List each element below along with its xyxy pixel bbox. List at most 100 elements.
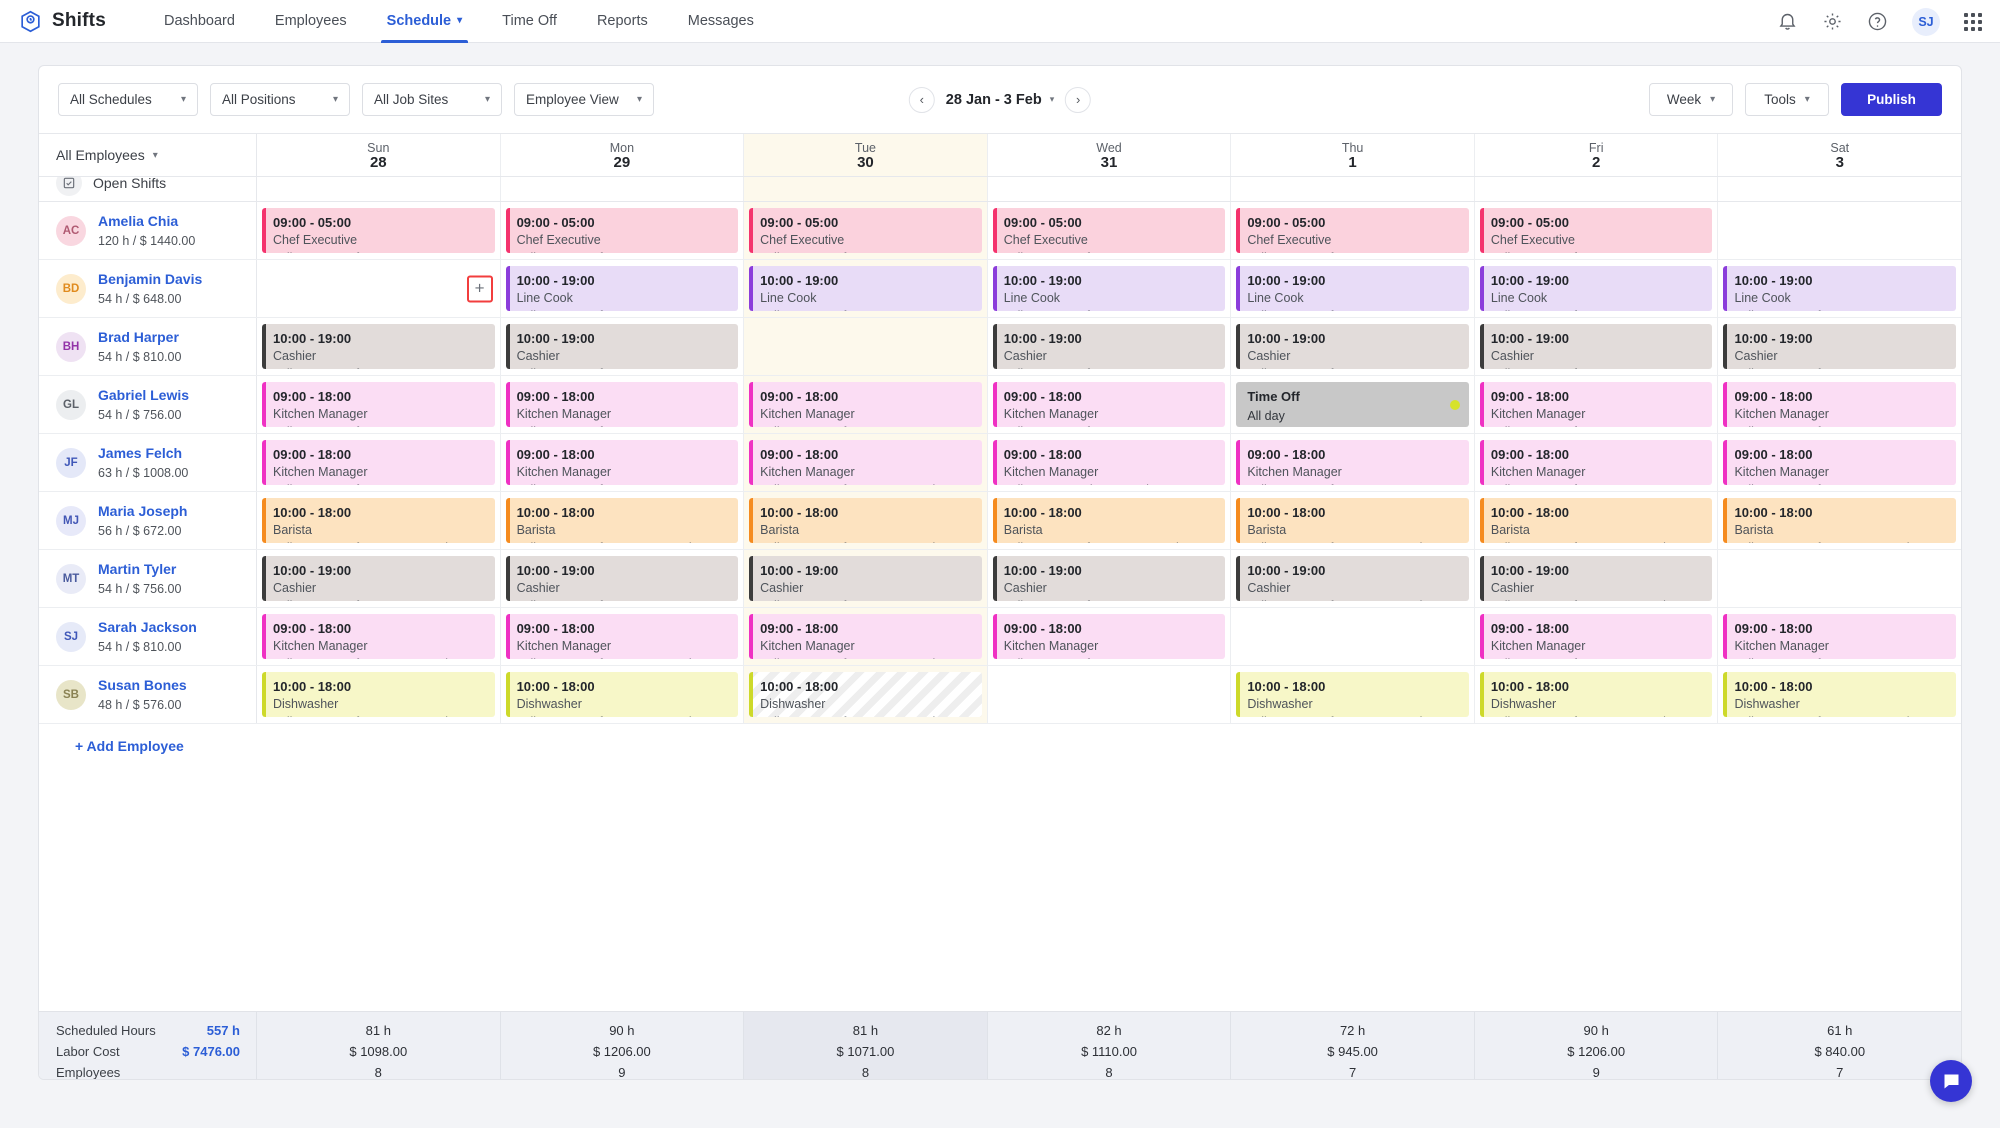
schedule-cell[interactable]: 10:00 - 18:00 Dishwasher Zylker Group of R… (1475, 666, 1719, 723)
schedule-cell-inner[interactable]: 10:00 - 19:00 Cashier Zylker Group of Rest… (988, 318, 1231, 375)
employee-name-link[interactable]: Martin Tyler (98, 559, 181, 579)
publish-button[interactable]: Publish (1841, 83, 1942, 116)
schedule-cell[interactable]: 10:00 - 19:00 Line Cook Zylker Group of Re… (501, 260, 745, 317)
shift-block[interactable]: 10:00 - 19:00 Line Cook Zylker Group of Re… (1236, 266, 1469, 311)
shift-block[interactable]: 09:00 - 18:00 Kitchen Manager Zylker Group… (262, 382, 495, 427)
schedule-cell-inner[interactable]: 09:00 - 18:00 Kitchen Manager Zylker Group… (1475, 608, 1718, 665)
schedule-cell[interactable] (1231, 608, 1475, 665)
shift-block[interactable]: 10:00 - 19:00 Cashier Zylker Group of Rest… (1479, 324, 1713, 369)
open-shift-cell[interactable] (501, 177, 745, 201)
schedule-cell[interactable] (1718, 550, 1961, 607)
previous-week-button[interactable]: ‹ (908, 86, 935, 113)
schedule-cell-inner[interactable]: 09:00 - 05:00 Chef Executive Zylker Group … (1231, 202, 1474, 259)
schedule-cell[interactable]: 09:00 - 05:00 Chef Executive Zylker Group … (1231, 202, 1475, 259)
schedule-cell[interactable]: 09:00 - 18:00 Kitchen Manager Zylker Group… (744, 608, 988, 665)
shift-block[interactable]: 09:00 - 05:00 Chef Executive Zylker Group … (505, 208, 739, 253)
nav-item-reports[interactable]: Reports (577, 0, 668, 43)
shift-block[interactable]: 09:00 - 18:00 Kitchen Manager Zylker Group… (992, 614, 1226, 659)
shift-block[interactable]: 09:00 - 18:00 Kitchen Manager Zylker Group… (992, 382, 1226, 427)
schedule-cell[interactable]: 09:00 - 05:00 Chef Executive Zylker Group … (988, 202, 1232, 259)
schedule-cell[interactable]: 09:00 - 18:00 Kitchen Manager Zylker Corpo… (988, 434, 1232, 491)
schedule-cell-inner[interactable]: 09:00 - 18:00 Kitchen Manager Zylker Group… (257, 434, 500, 491)
schedule-cell-inner[interactable]: 10:00 - 18:00 Barista Zylker Group of Rest… (744, 492, 987, 549)
schedule-cell-inner[interactable] (988, 666, 1231, 723)
day-column-header-tue[interactable]: Tue 30 (744, 134, 988, 176)
schedule-cell-inner[interactable]: 09:00 - 05:00 Chef Executive Zylker Group … (257, 202, 500, 259)
schedule-cell[interactable]: 10:00 - 19:00 Cashier Zylker Group of Rest… (1231, 550, 1475, 607)
schedule-cell[interactable]: 10:00 - 19:00 Cashier Zylker Group of Rest… (1475, 318, 1719, 375)
schedule-cell-inner[interactable]: 10:00 - 19:00 Line Cook Zylker Group of Re… (744, 260, 987, 317)
schedule-cell-inner[interactable]: 10:00 - 19:00 Cashier Zylker Group of Rest… (988, 550, 1231, 607)
help-circle-icon[interactable] (1867, 11, 1888, 32)
shift-block[interactable]: 10:00 - 18:00 Barista Zylker Group of Rest… (1479, 498, 1713, 543)
shift-block[interactable]: 10:00 - 19:00 Cashier Zylker Group of Rest… (992, 556, 1226, 601)
schedule-cell[interactable]: 09:00 - 18:00 Kitchen Manager Zylker Group… (1718, 376, 1961, 433)
tools-menu-button[interactable]: Tools ▾ (1745, 83, 1829, 116)
schedule-cell-inner[interactable]: 10:00 - 18:00 Dishwasher Zylker Group of R… (744, 666, 987, 723)
nav-item-messages[interactable]: Messages (668, 0, 774, 43)
schedule-cell[interactable]: 09:00 - 05:00 Chef Executive Zylker Group … (501, 202, 745, 259)
shift-block[interactable]: 10:00 - 18:00 Dishwasher Zylker Group of R… (505, 672, 739, 717)
schedule-cell[interactable]: 10:00 - 19:00 Cashier Zylker Group of Rest… (988, 550, 1232, 607)
schedule-cell-inner[interactable]: 09:00 - 05:00 Chef Executive Zylker Group … (1475, 202, 1718, 259)
schedule-cell[interactable]: 09:00 - 18:00 Kitchen Manager Zylker Group… (988, 376, 1232, 433)
period-select[interactable]: Week ▾ (1649, 83, 1733, 116)
schedule-cell-inner[interactable]: 09:00 - 18:00 Kitchen Manager Zylker Group… (1718, 376, 1961, 433)
schedule-cell[interactable] (1718, 202, 1961, 259)
schedule-cell-inner[interactable]: 10:00 - 19:00 Line Cook Zylker Group of Re… (501, 260, 744, 317)
schedule-cell-inner[interactable]: 10:00 - 19:00 Cashier Zylker Group of Rest… (501, 318, 744, 375)
shift-block[interactable]: 09:00 - 18:00 Kitchen Manager Zylker Group… (262, 614, 495, 659)
shift-block[interactable]: 09:00 - 18:00 Kitchen Manager Zylker Group… (505, 614, 739, 659)
schedule-cell[interactable]: 10:00 - 19:00 Line Cook Zylker Group of Re… (1231, 260, 1475, 317)
employee-name-link[interactable]: Brad Harper (98, 327, 181, 347)
schedule-cell[interactable]: Time Off All day (1231, 376, 1475, 433)
time-off-block[interactable]: Time Off All day (1236, 382, 1469, 427)
schedule-cell-inner[interactable]: 09:00 - 18:00 Kitchen Manager Zylker Group… (1718, 608, 1961, 665)
schedule-cell-inner[interactable]: Time Off All day (1231, 376, 1474, 433)
schedule-cell[interactable]: 10:00 - 18:00 Dishwasher Zylker Group of R… (1718, 666, 1961, 723)
day-column-header-sat[interactable]: Sat 3 (1718, 134, 1961, 176)
schedule-cell-inner[interactable]: 10:00 - 18:00 Barista Zylker Group of Rest… (501, 492, 744, 549)
scheduled-hours-total[interactable]: 557 h (207, 1020, 240, 1041)
open-shift-cell[interactable] (744, 177, 988, 201)
schedule-cell-inner[interactable]: 10:00 - 18:00 Dishwasher Zylker Group of R… (501, 666, 744, 723)
schedule-cell[interactable]: 09:00 - 18:00 Kitchen Manager Zylker Group… (1718, 608, 1961, 665)
schedule-cell-inner[interactable] (1231, 608, 1474, 665)
shift-block[interactable]: 09:00 - 18:00 Kitchen Manager Zylker Corpo… (992, 440, 1226, 485)
shift-block[interactable]: 10:00 - 19:00 Cashier Zylker Group of Rest… (1723, 324, 1957, 369)
shift-block[interactable]: 09:00 - 18:00 Kitchen Manager Zylker Group… (749, 382, 982, 427)
apps-grid-icon[interactable] (1964, 12, 1982, 31)
nav-item-employees[interactable]: Employees (255, 0, 367, 43)
shift-block[interactable]: 09:00 - 18:00 Kitchen Manager Zylker Group… (505, 440, 739, 485)
schedule-cell-inner[interactable]: 10:00 - 18:00 Dishwasher Zylker Group of R… (1718, 666, 1961, 723)
schedule-cell-inner[interactable]: 10:00 - 19:00 Cashier Zylker Group of Rest… (257, 550, 500, 607)
schedule-cell[interactable]: 09:00 - 18:00 Kitchen Manager Zylker Group… (1718, 434, 1961, 491)
employee-name-link[interactable]: Benjamin Davis (98, 269, 202, 289)
schedule-cell-inner[interactable]: 10:00 - 18:00 Barista Zylker Group of Rest… (1718, 492, 1961, 549)
shift-block[interactable]: 09:00 - 18:00 Kitchen Manager Zylker Group… (1479, 614, 1713, 659)
schedule-cell-inner[interactable]: 10:00 - 18:00 Barista Zylker Group of Rest… (988, 492, 1231, 549)
schedule-cell-inner[interactable]: 09:00 - 18:00 Kitchen Manager Zylker Group… (1231, 434, 1474, 491)
employee-name-link[interactable]: Amelia Chia (98, 211, 195, 231)
shift-block[interactable]: 10:00 - 19:00 Line Cook Zylker Group of Re… (749, 266, 982, 311)
schedule-cell[interactable]: 10:00 - 18:00 Dishwasher Zylker Group of R… (744, 666, 988, 723)
schedule-cell[interactable]: 09:00 - 18:00 Kitchen Manager Zylker Group… (257, 376, 501, 433)
schedule-cell[interactable] (988, 666, 1232, 723)
schedule-cell[interactable]: 10:00 - 19:00 Cashier Zylker Group of Rest… (988, 318, 1232, 375)
shift-block[interactable]: 09:00 - 05:00 Chef Executive Zylker Group … (749, 208, 982, 253)
day-column-header-wed[interactable]: Wed 31 (988, 134, 1232, 176)
schedule-cell-inner[interactable]: 09:00 - 18:00 Kitchen Manager Zylker Group… (501, 376, 744, 433)
schedule-cell[interactable]: 10:00 - 19:00 Cashier Zylker Group of Rest… (501, 550, 745, 607)
nav-item-time-off[interactable]: Time Off (482, 0, 577, 43)
schedule-cell-inner[interactable]: 10:00 - 19:00 Cashier Zylker Group of Rest… (1475, 318, 1718, 375)
schedule-cell-inner[interactable]: 09:00 - 05:00 Chef Executive Zylker Group … (744, 202, 987, 259)
schedule-cell[interactable]: 10:00 - 18:00 Barista Zylker Group of Rest… (1475, 492, 1719, 549)
schedule-cell-inner[interactable]: 09:00 - 18:00 Kitchen Manager Zylker Group… (1475, 434, 1718, 491)
schedule-cell[interactable]: 10:00 - 19:00 Line Cook Zylker Group of Re… (744, 260, 988, 317)
schedule-cell[interactable]: 10:00 - 18:00 Dishwasher Zylker Group of R… (501, 666, 745, 723)
shift-block[interactable]: 10:00 - 19:00 Line Cook Zylker Group of Re… (992, 266, 1226, 311)
day-column-header-mon[interactable]: Mon 29 (501, 134, 745, 176)
schedule-cell[interactable]: 10:00 - 19:00 Cashier Zylker Group of Rest… (1475, 550, 1719, 607)
schedule-cell[interactable]: 10:00 - 18:00 Barista Zylker Group of Rest… (257, 492, 501, 549)
schedule-cell[interactable]: 10:00 - 18:00 Dishwasher Zylker Group of R… (257, 666, 501, 723)
